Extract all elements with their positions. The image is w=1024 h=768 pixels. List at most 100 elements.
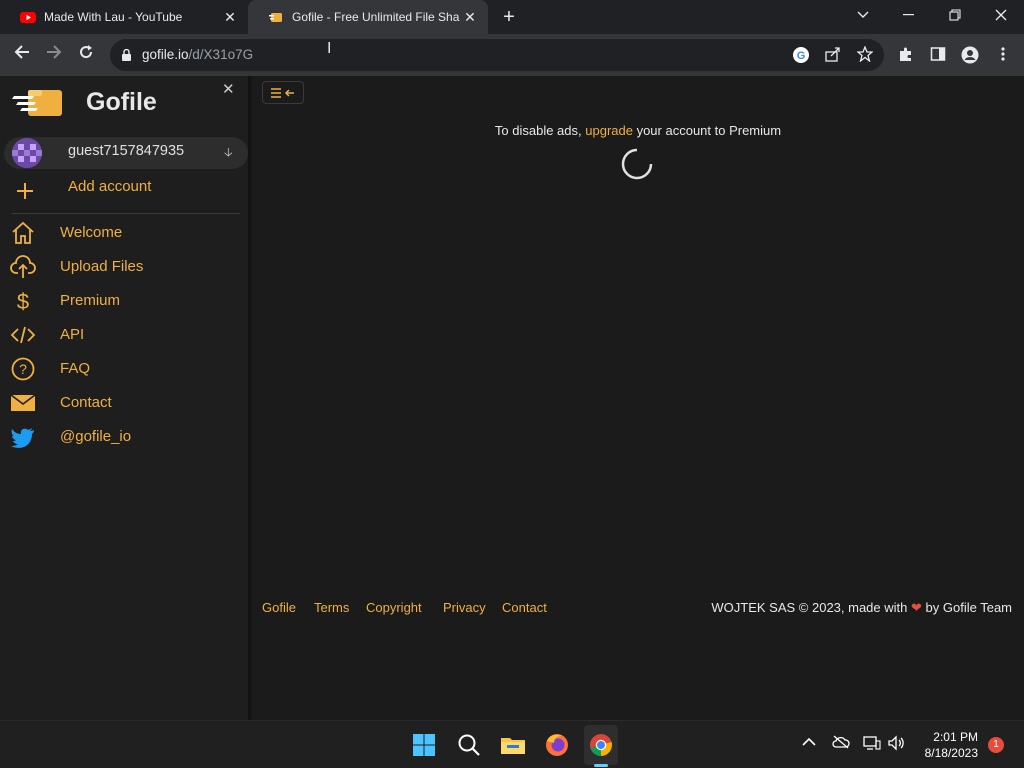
sidebar-item-premium[interactable]: $ Premium <box>8 287 244 315</box>
close-window-button[interactable] <box>978 0 1024 30</box>
sidebar-toggle-button[interactable] <box>262 81 304 104</box>
new-tab-button[interactable]: + <box>498 6 520 28</box>
question-icon: ? <box>10 357 36 381</box>
sidebar-item-upload-files[interactable]: Upload Files <box>8 253 244 281</box>
tab-title: Made With Lau - YouTube <box>44 10 183 24</box>
page-content: Gofile ✕ guest7157847935 🡣 Add account W… <box>0 76 1024 720</box>
envelope-icon <box>10 391 36 415</box>
tab-search-icon[interactable] <box>840 0 886 30</box>
sidebar-item-welcome[interactable]: Welcome <box>8 219 244 247</box>
volume-icon[interactable] <box>887 735 905 753</box>
add-account-button[interactable]: Add account <box>12 176 242 202</box>
ads-notice: To disable ads, upgrade your account to … <box>252 123 1024 138</box>
svg-text:$: $ <box>17 289 29 313</box>
gofile-logo <box>12 84 64 120</box>
sidebar-divider <box>12 213 240 214</box>
loading-spinner-icon <box>621 148 653 180</box>
text-cursor-icon: I <box>327 40 332 57</box>
upgrade-link[interactable]: upgrade <box>585 123 633 138</box>
google-lens-icon[interactable]: G <box>792 46 810 64</box>
brand-name: Gofile <box>86 88 157 116</box>
file-explorer-icon[interactable] <box>499 731 527 759</box>
browser-toolbar: gofile.io/d/X31o7G G <box>0 34 1024 76</box>
code-icon <box>10 323 36 347</box>
footer-link-gofile[interactable]: Gofile <box>262 600 296 615</box>
account-name: guest7157847935 <box>68 143 185 159</box>
forward-button[interactable] <box>42 43 66 67</box>
share-icon[interactable] <box>824 46 842 64</box>
url-text[interactable]: gofile.io/d/X31o7G <box>142 47 253 62</box>
windows-start-icon[interactable] <box>410 731 438 759</box>
heart-icon: ❤ <box>911 600 922 615</box>
system-clock[interactable]: 2:01 PM 8/18/2023 <box>908 729 978 761</box>
side-panel-icon[interactable] <box>929 46 947 64</box>
sidebar-item-label: Contact <box>60 394 112 411</box>
svg-text:G: G <box>797 50 806 62</box>
back-button[interactable] <box>10 43 34 67</box>
ads-suffix: your account to Premium <box>632 123 782 138</box>
arrow-down-icon[interactable]: 🡣 <box>224 143 233 164</box>
gofile-icon <box>268 9 284 25</box>
sidebar-item-label: API <box>60 326 85 343</box>
restore-button[interactable] <box>932 0 978 30</box>
footer-link-contact[interactable]: Contact <box>502 600 547 615</box>
footer-credit: WOJTEK SAS © 2023, made with ❤ by Gofile… <box>711 600 1012 616</box>
sidebar-item-label: FAQ <box>60 360 91 377</box>
notification-badge[interactable]: 1 <box>988 737 1004 753</box>
close-sidebar-icon[interactable]: ✕ <box>222 80 235 98</box>
onedrive-offline-icon[interactable] <box>832 735 850 753</box>
network-icon[interactable] <box>863 735 881 753</box>
bookmark-star-icon[interactable] <box>856 45 874 64</box>
home-icon <box>10 221 36 245</box>
add-account-label: Add account <box>68 178 152 195</box>
reload-button[interactable] <box>74 43 98 67</box>
ads-prefix: To disable ads, <box>494 123 586 138</box>
lock-icon[interactable] <box>122 48 131 61</box>
tab-gofile[interactable]: Gofile - Free Unlimited File Sharing ✕ <box>248 0 488 34</box>
taskbar: 2:01 PM 8/18/2023 1 <box>0 720 1024 768</box>
sidebar-border <box>249 76 252 720</box>
chrome-icon[interactable] <box>587 731 615 759</box>
sidebar-item-label: Upload Files <box>60 258 144 275</box>
account-selector[interactable]: guest7157847935 🡣 <box>4 137 248 169</box>
sidebar-item-faq[interactable]: ? FAQ <box>8 355 244 383</box>
twitter-icon <box>10 425 36 449</box>
sidebar-item-label: Welcome <box>60 224 123 241</box>
cloud-upload-icon <box>10 255 36 279</box>
firefox-icon[interactable] <box>543 731 571 759</box>
menu-kebab-icon[interactable] <box>994 46 1012 64</box>
close-tab-icon[interactable]: ✕ <box>220 9 240 26</box>
address-bar[interactable]: gofile.io/d/X31o7G G <box>110 39 884 71</box>
url-path: /d/X31o7G <box>188 47 254 62</box>
profile-icon[interactable] <box>961 46 979 64</box>
sidebar-item-contact[interactable]: Contact <box>8 389 244 417</box>
credit-prefix: WOJTEK SAS © 2023, made with <box>711 600 908 615</box>
avatar <box>12 138 42 168</box>
sidebar: Gofile ✕ guest7157847935 🡣 Add account W… <box>0 76 249 720</box>
credit-suffix: by Gofile Team <box>925 600 1012 615</box>
sidebar-item-twitter[interactable]: @gofile_io <box>8 423 244 451</box>
close-tab-icon[interactable]: ✕ <box>460 9 480 26</box>
plus-icon <box>16 176 34 206</box>
clock-date: 8/18/2023 <box>924 746 978 760</box>
svg-text:?: ? <box>19 361 27 377</box>
sidebar-item-label: @gofile_io <box>60 428 132 445</box>
sidebar-item-label: Premium <box>60 292 121 309</box>
chevron-up-icon[interactable] <box>800 735 818 753</box>
footer: Gofile Terms Copyright Privacy Contact W… <box>252 592 1024 622</box>
search-icon[interactable] <box>455 731 483 759</box>
dollar-icon: $ <box>10 289 36 314</box>
footer-link-copyright[interactable]: Copyright <box>366 600 422 615</box>
minimize-button[interactable] <box>886 0 932 30</box>
browser-tab-strip: Made With Lau - YouTube ✕ Gofile - Free … <box>0 0 1024 34</box>
extensions-icon[interactable] <box>897 46 915 64</box>
active-indicator <box>594 764 608 767</box>
footer-link-terms[interactable]: Terms <box>314 600 349 615</box>
clock-time: 2:01 PM <box>933 730 978 744</box>
url-host: gofile.io <box>142 47 189 62</box>
footer-link-privacy[interactable]: Privacy <box>443 600 486 615</box>
tab-title: Gofile - Free Unlimited File Sharing <box>292 10 460 24</box>
sidebar-item-api[interactable]: API <box>8 321 244 349</box>
youtube-icon <box>20 9 36 25</box>
tab-youtube[interactable]: Made With Lau - YouTube ✕ <box>0 0 248 34</box>
